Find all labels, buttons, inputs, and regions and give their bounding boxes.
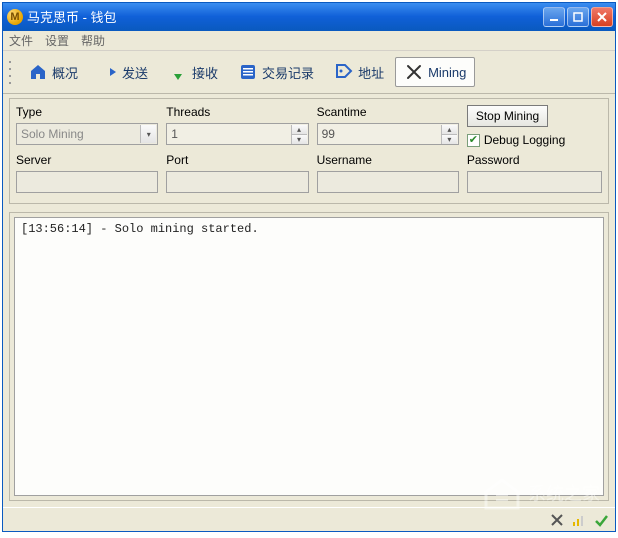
- log-panel: [13:56:14] - Solo mining started.: [9, 212, 609, 501]
- debug-logging-label: Debug Logging: [484, 133, 565, 147]
- threads-spin-buttons[interactable]: ▴▾: [291, 125, 307, 143]
- mining-status-icon: [549, 512, 565, 528]
- sync-status-icon: [593, 512, 609, 528]
- status-bar: [3, 507, 615, 531]
- debug-logging-checkbox[interactable]: ✔: [467, 134, 480, 147]
- tab-send[interactable]: 发送: [89, 57, 157, 87]
- tab-mining-label: Mining: [428, 65, 466, 80]
- threads-label: Threads: [166, 105, 308, 119]
- minimize-button[interactable]: [543, 7, 565, 27]
- chevron-down-icon: ▾: [140, 125, 156, 143]
- mining-form-panel: Type Solo Mining ▾ Threads 1 ▴▾ Sc: [9, 98, 609, 204]
- tab-address[interactable]: 地址: [325, 57, 393, 87]
- type-select[interactable]: Solo Mining ▾: [16, 123, 158, 145]
- password-field[interactable]: [467, 171, 602, 193]
- username-field[interactable]: [317, 171, 459, 193]
- tab-transactions-label: 交易记录: [262, 63, 314, 82]
- maximize-button[interactable]: [567, 7, 589, 27]
- app-icon: M: [7, 9, 23, 25]
- scantime-value: 99: [322, 127, 454, 141]
- tab-send-label: 发送: [122, 63, 148, 82]
- threads-spinner[interactable]: 1 ▴▾: [166, 123, 308, 145]
- type-label: Type: [16, 105, 158, 119]
- stop-mining-button[interactable]: Stop Mining: [467, 105, 548, 127]
- server-label: Server: [16, 153, 158, 167]
- toolbar-grip: [9, 58, 15, 86]
- tab-mining[interactable]: Mining: [395, 57, 475, 87]
- type-value: Solo Mining: [21, 127, 153, 141]
- tab-overview-label: 概况: [52, 63, 78, 82]
- send-icon: [98, 62, 118, 82]
- scantime-spin-buttons[interactable]: ▴▾: [441, 125, 457, 143]
- menu-bar: 文件 设置 帮助: [3, 31, 615, 51]
- scantime-spinner[interactable]: 99 ▴▾: [317, 123, 459, 145]
- port-field[interactable]: [166, 171, 308, 193]
- tab-address-label: 地址: [358, 63, 384, 82]
- receive-icon: [168, 62, 188, 82]
- window-title: 马克思币 - 钱包: [27, 7, 543, 26]
- content-area: Type Solo Mining ▾ Threads 1 ▴▾ Sc: [3, 94, 615, 507]
- menu-settings[interactable]: 设置: [45, 32, 69, 49]
- tab-receive-label: 接收: [192, 63, 218, 82]
- log-output: [13:56:14] - Solo mining started.: [14, 217, 604, 496]
- tab-overview[interactable]: 概况: [19, 57, 87, 87]
- menu-file[interactable]: 文件: [9, 32, 33, 49]
- maximize-icon: [572, 11, 584, 23]
- list-icon: [238, 62, 258, 82]
- minimize-icon: [548, 11, 560, 23]
- threads-value: 1: [171, 127, 303, 141]
- app-window: M 马克思币 - 钱包 文件 设置 帮助 概况: [2, 2, 616, 532]
- tab-receive[interactable]: 接收: [159, 57, 227, 87]
- tag-icon: [334, 62, 354, 82]
- toolbar: 概况 发送 接收 交易记录 地址: [3, 51, 615, 94]
- username-label: Username: [317, 153, 459, 167]
- password-label: Password: [467, 153, 602, 167]
- title-bar: M 马克思币 - 钱包: [3, 3, 615, 31]
- log-line: [13:56:14] - Solo mining started.: [21, 222, 597, 236]
- server-field[interactable]: [16, 171, 158, 193]
- home-icon: [28, 62, 48, 82]
- mining-icon: [404, 62, 424, 82]
- close-icon: [596, 11, 608, 23]
- menu-help[interactable]: 帮助: [81, 32, 105, 49]
- network-status-icon: [571, 512, 587, 528]
- scantime-label: Scantime: [317, 105, 459, 119]
- port-label: Port: [166, 153, 308, 167]
- tab-transactions[interactable]: 交易记录: [229, 57, 323, 87]
- close-button[interactable]: [591, 7, 613, 27]
